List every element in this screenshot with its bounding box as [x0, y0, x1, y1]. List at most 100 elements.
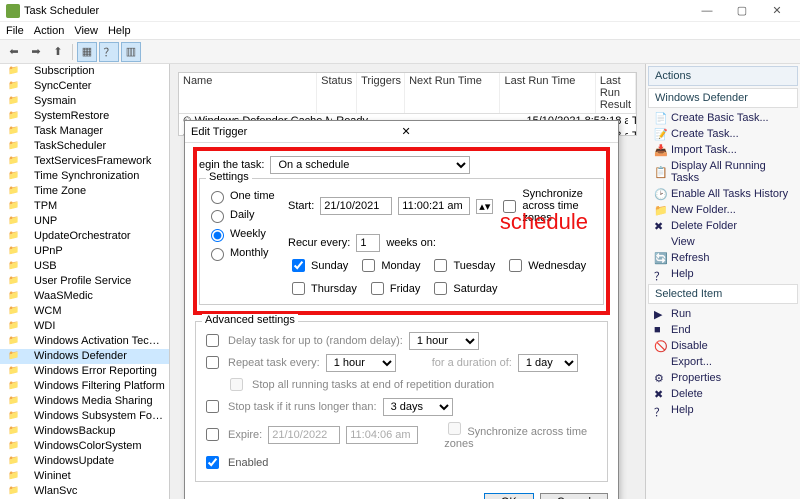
weekday-checkbox[interactable]: Wednesday [505, 256, 586, 275]
tree-item[interactable]: Subscription [0, 64, 169, 79]
tree-item[interactable]: Windows Defender [0, 349, 169, 364]
tree-item[interactable]: USB [0, 259, 169, 274]
action-item[interactable]: 📥Import Task... [646, 142, 800, 158]
cancel-button[interactable]: Cancel [540, 493, 608, 499]
col-name[interactable]: Name [179, 73, 317, 113]
toolbar-button-2[interactable]: ？ [99, 42, 119, 62]
enabled-checkbox[interactable] [206, 456, 219, 469]
tree-item[interactable]: WindowsUpdate [0, 454, 169, 469]
tree-item[interactable]: Windows Subsystem For Linux [0, 409, 169, 424]
schedule-radio[interactable]: One time [206, 188, 278, 204]
weekday-checkbox[interactable]: Monday [358, 256, 420, 275]
tree-item[interactable]: Task Manager [0, 124, 169, 139]
ok-button[interactable]: OK [484, 493, 534, 499]
col-triggers[interactable]: Triggers [357, 73, 405, 113]
tree-item[interactable]: WCM [0, 304, 169, 319]
action-icon: ✖ [654, 388, 666, 400]
weekday-checkbox[interactable]: Saturday [430, 279, 497, 298]
action-item[interactable]: 🕑Enable All Tasks History [646, 186, 800, 202]
tree-item[interactable]: Time Synchronization [0, 169, 169, 184]
action-item[interactable]: 📝Create Task... [646, 126, 800, 142]
tree-item[interactable]: Windows Error Reporting [0, 364, 169, 379]
repeat-duration-select[interactable]: 1 day [518, 354, 578, 372]
tree-item[interactable]: Time Zone [0, 184, 169, 199]
weekday-checkbox[interactable]: Tuesday [430, 256, 495, 275]
action-item[interactable]: Export... [646, 354, 800, 370]
stop-checkbox[interactable] [206, 400, 219, 413]
tree-item[interactable]: WindowsBackup [0, 424, 169, 439]
tree-item[interactable]: SyncCenter [0, 79, 169, 94]
tree-item[interactable]: Sysmain [0, 94, 169, 109]
toolbar-button-3[interactable]: ▥ [121, 42, 141, 62]
tree-item[interactable]: User Profile Service [0, 274, 169, 289]
schedule-radio[interactable]: Weekly [206, 226, 278, 242]
toolbar-button-1[interactable]: ▦ [77, 42, 97, 62]
repeat-checkbox[interactable] [206, 356, 219, 369]
schedule-radio[interactable]: Monthly [206, 245, 278, 261]
action-item[interactable]: ▶Run [646, 306, 800, 322]
tree-item[interactable]: SystemRestore [0, 109, 169, 124]
tree-item[interactable]: TaskScheduler [0, 139, 169, 154]
tree-item[interactable]: UpdateOrchestrator [0, 229, 169, 244]
stop-select[interactable]: 3 days [383, 398, 453, 416]
tree-item[interactable]: WlanSvc [0, 484, 169, 499]
tree-item[interactable]: TPM [0, 199, 169, 214]
tree-item[interactable]: WDI [0, 319, 169, 334]
weekday-checkbox[interactable]: Thursday [288, 279, 357, 298]
schedule-radio[interactable]: Daily [206, 207, 278, 223]
tree-item[interactable]: WindowsColorSystem [0, 439, 169, 454]
weekday-checkbox[interactable]: Sunday [288, 256, 348, 275]
weekday-checkbox[interactable]: Friday [367, 279, 421, 298]
minimize-button[interactable]: — [690, 2, 724, 20]
action-icon: ？ [654, 268, 666, 280]
dialog-close-icon[interactable]: ✕ [402, 125, 613, 138]
delay-select[interactable]: 1 hour [409, 332, 479, 350]
tree-item[interactable]: Wininet [0, 469, 169, 484]
action-item[interactable]: 🔄Refresh [646, 250, 800, 266]
begin-task-select[interactable]: On a schedule [270, 156, 470, 174]
recur-input[interactable] [356, 234, 380, 252]
titlebar: Task Scheduler — ▢ ✕ [0, 0, 800, 22]
action-item[interactable]: ？Help [646, 402, 800, 418]
action-item[interactable]: ⚙Properties [646, 370, 800, 386]
tree-item[interactable]: Windows Media Sharing [0, 394, 169, 409]
col-nextrun[interactable]: Next Run Time [405, 73, 500, 113]
col-lastresult[interactable]: Last Run Result [596, 73, 636, 113]
close-button[interactable]: ✕ [760, 2, 794, 20]
action-item[interactable]: 📁New Folder... [646, 202, 800, 218]
menu-file[interactable]: File [6, 25, 24, 37]
action-item[interactable]: 📄Create Basic Task... [646, 110, 800, 126]
action-item[interactable]: 🚫Disable [646, 338, 800, 354]
action-item[interactable]: ■End [646, 322, 800, 338]
col-status[interactable]: Status [317, 73, 357, 113]
menu-help[interactable]: Help [108, 25, 131, 37]
action-item[interactable]: ？Help [646, 266, 800, 282]
delay-checkbox[interactable] [206, 334, 219, 347]
col-lastrun[interactable]: Last Run Time [500, 73, 595, 113]
nav-forward-icon[interactable]: ➡ [26, 42, 46, 62]
nav-tree[interactable]: SubscriptionSyncCenterSysmainSystemResto… [0, 64, 170, 499]
start-time-input[interactable] [398, 197, 470, 215]
maximize-button[interactable]: ▢ [725, 2, 759, 20]
tree-item[interactable]: UPnP [0, 244, 169, 259]
nav-back-icon[interactable]: ⬅ [4, 42, 24, 62]
action-item[interactable]: ✖Delete Folder [646, 218, 800, 234]
menu-action[interactable]: Action [34, 25, 65, 37]
tree-item[interactable]: TextServicesFramework [0, 154, 169, 169]
action-item[interactable]: ✖Delete [646, 386, 800, 402]
tree-item[interactable]: Windows Activation Technologies [0, 334, 169, 349]
tree-item[interactable]: Windows Filtering Platform [0, 379, 169, 394]
nav-up-icon[interactable]: ⬆ [48, 42, 68, 62]
expire-checkbox[interactable] [206, 428, 219, 441]
repeat-select[interactable]: 1 hour [326, 354, 396, 372]
expire-time-input[interactable] [346, 426, 418, 444]
start-date-input[interactable] [320, 197, 392, 215]
expire-date-input[interactable] [268, 426, 340, 444]
tree-item[interactable]: UNP [0, 214, 169, 229]
sync-tz-checkbox[interactable] [503, 200, 516, 213]
action-item[interactable]: View [646, 234, 800, 250]
time-spinner-icon[interactable]: ▴▾ [476, 199, 493, 214]
tree-item[interactable]: WaaSMedic [0, 289, 169, 304]
menu-view[interactable]: View [74, 25, 98, 37]
action-item[interactable]: 📋Display All Running Tasks [646, 158, 800, 186]
